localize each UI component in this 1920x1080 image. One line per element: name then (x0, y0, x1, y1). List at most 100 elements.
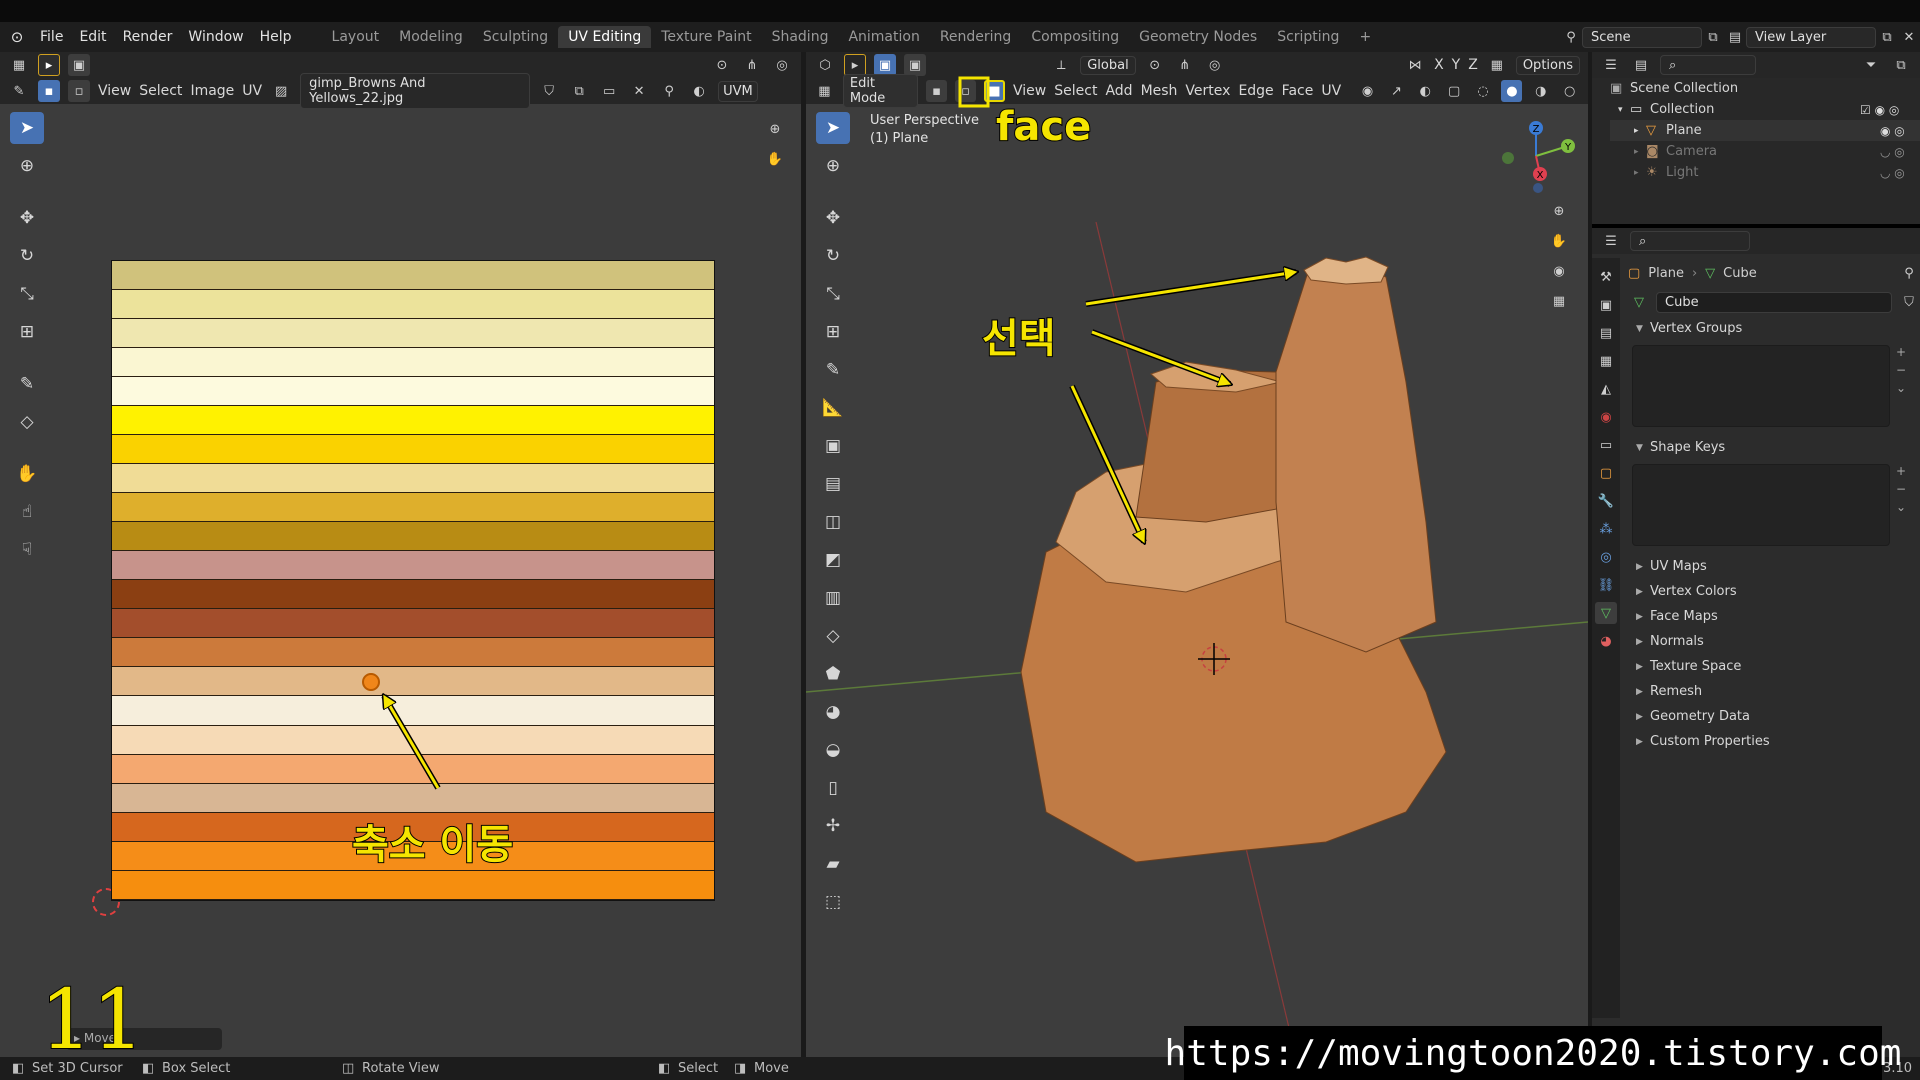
sync-selection-icon[interactable]: ▣ (68, 54, 90, 76)
outliner-scene-collection[interactable]: ▣ Scene Collection (1610, 78, 1920, 99)
add-workspace-icon[interactable]: + (1349, 26, 1381, 48)
tab-texture-paint[interactable]: Texture Paint (651, 26, 761, 48)
view-layer-icon[interactable]: ▤ (1724, 26, 1746, 48)
section-texture-space[interactable]: ▶ Texture Space (1622, 654, 1920, 679)
tool-tab-icon[interactable]: ⚒ (1595, 266, 1617, 288)
vgroup-menu-icon[interactable]: ⌄ (1896, 381, 1906, 395)
outliner-search-input[interactable]: ⌕ (1660, 55, 1756, 75)
modifier-tab-icon[interactable]: 🔧 (1595, 490, 1617, 512)
uv-scale-tool-icon[interactable]: ⤡ (10, 278, 44, 310)
outliner-plane[interactable]: ▸ ▽ Plane ◉ ◎ (1610, 120, 1920, 141)
image-browse-icon[interactable]: ▨ (270, 80, 292, 102)
open-image-icon[interactable]: ▭ (598, 80, 620, 102)
physics-tab-icon[interactable]: ◎ (1595, 546, 1617, 568)
collection-visibility-icons[interactable]: ☑ ◉ ◎ (1860, 103, 1920, 117)
remove-vgroup-icon[interactable]: − (1896, 363, 1906, 377)
menu-edit[interactable]: Edit (71, 29, 114, 45)
section-normals[interactable]: ▶ Normals (1622, 629, 1920, 654)
material-tab-icon[interactable]: ◕ (1595, 630, 1617, 652)
tab-compositing[interactable]: Compositing (1021, 26, 1129, 48)
tab-scripting[interactable]: Scripting (1267, 26, 1349, 48)
section-remesh[interactable]: ▶ Remesh (1622, 679, 1920, 704)
pivot-icon[interactable]: ⊙ (711, 54, 733, 76)
add-shapekey-icon[interactable]: + (1896, 464, 1906, 478)
new-view-layer-icon[interactable]: ⧉ (1876, 26, 1898, 48)
outliner-collection[interactable]: ▾ ▭ Collection ☑ ◉ ◎ (1610, 99, 1920, 120)
uv-rotate-tool-icon[interactable]: ↻ (10, 240, 44, 272)
uv-menu-select[interactable]: Select (139, 83, 182, 99)
uv-pan-icon[interactable]: ✋ (764, 148, 786, 170)
uv-move-tool-icon[interactable]: ✥ (10, 202, 44, 234)
display-mode-icon[interactable]: ▤ (1630, 54, 1652, 76)
scene-icon[interactable]: ⚲ (1560, 26, 1582, 48)
new-collection-icon[interactable]: ⧉ (1890, 54, 1912, 76)
tab-modeling[interactable]: Modeling (389, 26, 473, 48)
proportional-edit-icon[interactable]: ◎ (771, 54, 793, 76)
pin-properties-icon[interactable]: ⚲ (1898, 262, 1920, 284)
uv-annotate-tool-icon[interactable]: ✎ (10, 368, 44, 400)
menu-file[interactable]: File (32, 29, 71, 45)
constraints-tab-icon[interactable]: ⛓ (1595, 574, 1617, 596)
uv-grab-tool-icon[interactable]: ✋ (10, 458, 44, 490)
filter-icon[interactable]: ⏷ (1860, 54, 1882, 76)
uv-vertex-icon[interactable] (362, 673, 380, 691)
fake-user-icon[interactable]: ⛉ (538, 80, 560, 102)
blender-logo-icon[interactable]: ⊙ (8, 28, 26, 46)
image-name-field[interactable]: gimp_Browns And Yellows_22.jpg (300, 73, 531, 109)
uv-menu-uv[interactable]: UV (242, 83, 262, 99)
properties-type-icon[interactable]: ☰ (1600, 230, 1622, 252)
tab-uv-editing[interactable]: UV Editing (558, 26, 652, 48)
menu-render[interactable]: Render (115, 29, 181, 45)
mesh-browse-icon[interactable]: ▽ (1628, 291, 1650, 313)
light-visibility-icons[interactable]: ◡ ◎ (1880, 166, 1920, 180)
new-image-icon[interactable]: ⧉ (568, 80, 590, 102)
overlay-icon[interactable]: ◐ (688, 80, 710, 102)
mesh-name-field[interactable]: Cube (1656, 291, 1892, 313)
snap-icon[interactable]: ⋔ (741, 54, 763, 76)
output-tab-icon[interactable]: ▤ (1595, 322, 1617, 344)
vertex-groups-list[interactable] (1632, 345, 1890, 427)
uv-select-tool-icon[interactable]: ➤ (10, 112, 44, 144)
object-tab-icon[interactable]: ▢ (1595, 462, 1617, 484)
section-shape-keys[interactable]: ▼ Shape Keys (1622, 435, 1920, 460)
properties-search-input[interactable]: ⌕ (1630, 231, 1750, 251)
remove-view-layer-icon[interactable]: ✕ (1898, 26, 1920, 48)
outliner-type-icon[interactable]: ☰ (1600, 54, 1622, 76)
outliner-light[interactable]: ▸ ☀ Light ◡ ◎ (1610, 162, 1920, 183)
section-custom-properties[interactable]: ▶ Custom Properties (1622, 729, 1920, 754)
uvm-field[interactable]: UVM (718, 80, 759, 102)
editor-type-icon[interactable]: ▦ (8, 54, 30, 76)
uv-cursor-tool-icon[interactable]: ⊕ (10, 150, 44, 182)
select-mode-icon[interactable]: ▸ (38, 54, 60, 76)
section-vertex-colors[interactable]: ▶ Vertex Colors (1622, 579, 1920, 604)
collection-tab-icon[interactable]: ▭ (1595, 434, 1617, 456)
edge-select-icon[interactable]: ▫ (68, 80, 90, 102)
vertex-select-icon[interactable]: ▪ (38, 80, 60, 102)
uv-zoom-icon[interactable]: ⊕ (764, 118, 786, 140)
tab-layout[interactable]: Layout (322, 26, 390, 48)
view-layer-tab-icon[interactable]: ▦ (1595, 350, 1617, 372)
data-tab-icon[interactable]: ▽ (1595, 602, 1617, 624)
unlink-image-icon[interactable]: ✕ (628, 80, 650, 102)
menu-window[interactable]: Window (180, 29, 251, 45)
section-face-maps[interactable]: ▶ Face Maps (1622, 604, 1920, 629)
shape-keys-list[interactable] (1632, 464, 1890, 546)
tab-shading[interactable]: Shading (762, 26, 839, 48)
tab-sculpting[interactable]: Sculpting (473, 26, 558, 48)
tab-geometry-nodes[interactable]: Geometry Nodes (1129, 26, 1267, 48)
section-uv-maps[interactable]: ▶ UV Maps (1622, 554, 1920, 579)
plane-visibility-icons[interactable]: ◉ ◎ (1880, 124, 1920, 138)
uv-relax-tool-icon[interactable]: ☝ (10, 496, 44, 528)
menu-help[interactable]: Help (252, 29, 300, 45)
uv-sticky-icon[interactable]: ✎ (8, 80, 30, 102)
tab-rendering[interactable]: Rendering (930, 26, 1022, 48)
uv-pinch-tool-icon[interactable]: ☟ (10, 534, 44, 566)
shapekey-menu-icon[interactable]: ⌄ (1896, 500, 1906, 514)
outliner-camera[interactable]: ▸ ◙ Camera ◡ ◎ (1610, 141, 1920, 162)
scene-tab-icon[interactable]: ◭ (1595, 378, 1617, 400)
add-vgroup-icon[interactable]: + (1896, 345, 1906, 359)
tab-animation[interactable]: Animation (838, 26, 929, 48)
fake-user-mesh-icon[interactable]: ⛉ (1898, 291, 1920, 313)
scene-field[interactable]: Scene (1582, 26, 1702, 48)
new-scene-icon[interactable]: ⧉ (1702, 26, 1724, 48)
